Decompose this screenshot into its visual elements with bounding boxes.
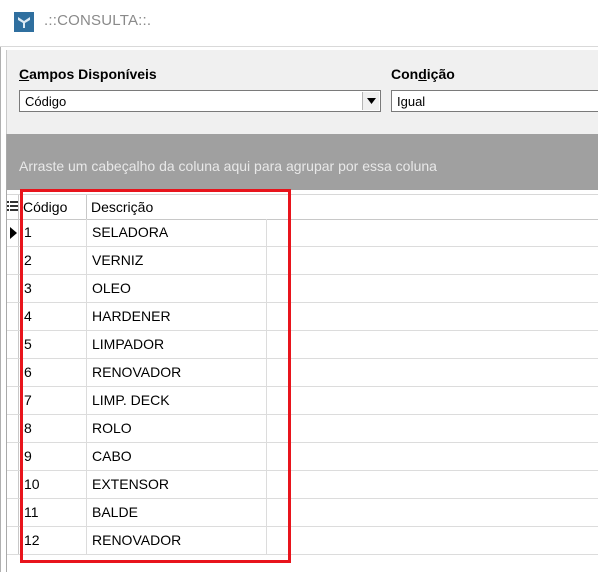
fields-label: Campos Disponíveis (19, 66, 157, 82)
grid-header: Código Descrição (7, 194, 598, 220)
cell-descricao[interactable]: BALDE (87, 499, 267, 526)
cell-codigo[interactable]: 11 (19, 499, 87, 526)
fields-dropdown-value: Código (25, 94, 67, 109)
cell-codigo[interactable]: 10 (19, 471, 87, 498)
row-indicator (7, 471, 19, 498)
cell-codigo[interactable]: 5 (19, 331, 87, 358)
column-header-codigo[interactable]: Código (19, 195, 87, 219)
row-indicator (7, 527, 19, 554)
group-by-panel[interactable]: Arraste um cabeçalho da coluna aqui para… (7, 134, 598, 190)
table-row[interactable]: 3 OLEO (7, 275, 598, 303)
row-indicator (7, 219, 19, 246)
table-row[interactable]: 11 BALDE (7, 499, 598, 527)
cell-codigo[interactable]: 6 (19, 359, 87, 386)
row-indicator (7, 331, 19, 358)
table-row[interactable]: 8 ROLO (7, 415, 598, 443)
group-by-hint: Arraste um cabeçalho da coluna aqui para… (19, 158, 437, 174)
row-indicator (7, 359, 19, 386)
table-row[interactable]: 5 LIMPADOR (7, 331, 598, 359)
row-indicator (7, 303, 19, 330)
window-title: .::CONSULTA::. (44, 12, 152, 29)
row-indicator (7, 275, 19, 302)
condition-label-prefix: Con (391, 66, 419, 82)
filter-panel: Campos Disponíveis Código Condição Igual (6, 50, 598, 134)
fields-label-mnemonic: C (19, 66, 30, 82)
title-bar: .::CONSULTA::. (0, 0, 598, 47)
table-row[interactable]: 1 SELADORA (7, 219, 598, 247)
cell-codigo[interactable]: 12 (19, 527, 87, 554)
cell-descricao[interactable]: RENOVADOR (87, 527, 267, 554)
row-indicator (7, 247, 19, 274)
column-header-descricao[interactable]: Descrição (87, 195, 267, 219)
table-row[interactable]: 9 CABO (7, 443, 598, 471)
cell-descricao[interactable]: EXTENSOR (87, 471, 267, 498)
table-row[interactable]: 4 HARDENER (7, 303, 598, 331)
table-row[interactable]: 10 EXTENSOR (7, 471, 598, 499)
results-grid: Arraste um cabeçalho da coluna aqui para… (6, 134, 598, 572)
table-row[interactable]: 7 LIMP. DECK (7, 387, 598, 415)
cell-descricao[interactable]: VERNIZ (87, 247, 267, 274)
app-logo-icon (14, 12, 34, 32)
row-indicator (7, 387, 19, 414)
cell-descricao[interactable]: LIMPADOR (87, 331, 267, 358)
cell-codigo[interactable]: 7 (19, 387, 87, 414)
cell-descricao[interactable]: CABO (87, 443, 267, 470)
left-border (0, 0, 1, 572)
condition-label: Condição (391, 66, 455, 82)
cell-descricao[interactable]: RENOVADOR (87, 359, 267, 386)
condition-label-mnemonic: d (418, 66, 427, 82)
cell-descricao[interactable]: HARDENER (87, 303, 267, 330)
cell-codigo[interactable]: 2 (19, 247, 87, 274)
cell-codigo[interactable]: 3 (19, 275, 87, 302)
cell-codigo[interactable]: 1 (19, 219, 87, 246)
cell-descricao[interactable]: ROLO (87, 415, 267, 442)
fields-dropdown[interactable]: Código (19, 90, 381, 112)
row-indicator (7, 415, 19, 442)
chevron-down-icon[interactable] (362, 92, 379, 110)
condition-label-text: ição (426, 66, 455, 82)
cell-descricao[interactable]: SELADORA (87, 219, 267, 246)
table-row[interactable]: 2 VERNIZ (7, 247, 598, 275)
cell-descricao[interactable]: LIMP. DECK (87, 387, 267, 414)
condition-dropdown-value: Igual (397, 94, 426, 109)
cell-descricao[interactable]: OLEO (87, 275, 267, 302)
column-chooser-icon[interactable] (7, 195, 19, 219)
table-row[interactable]: 6 RENOVADOR (7, 359, 598, 387)
cell-codigo[interactable]: 4 (19, 303, 87, 330)
row-indicator (7, 443, 19, 470)
cell-codigo[interactable]: 9 (19, 443, 87, 470)
row-indicator (7, 499, 19, 526)
fields-label-text: ampos Disponíveis (29, 66, 157, 82)
condition-dropdown[interactable]: Igual (391, 90, 598, 112)
cell-codigo[interactable]: 8 (19, 415, 87, 442)
table-row[interactable]: 12 RENOVADOR (7, 527, 598, 555)
